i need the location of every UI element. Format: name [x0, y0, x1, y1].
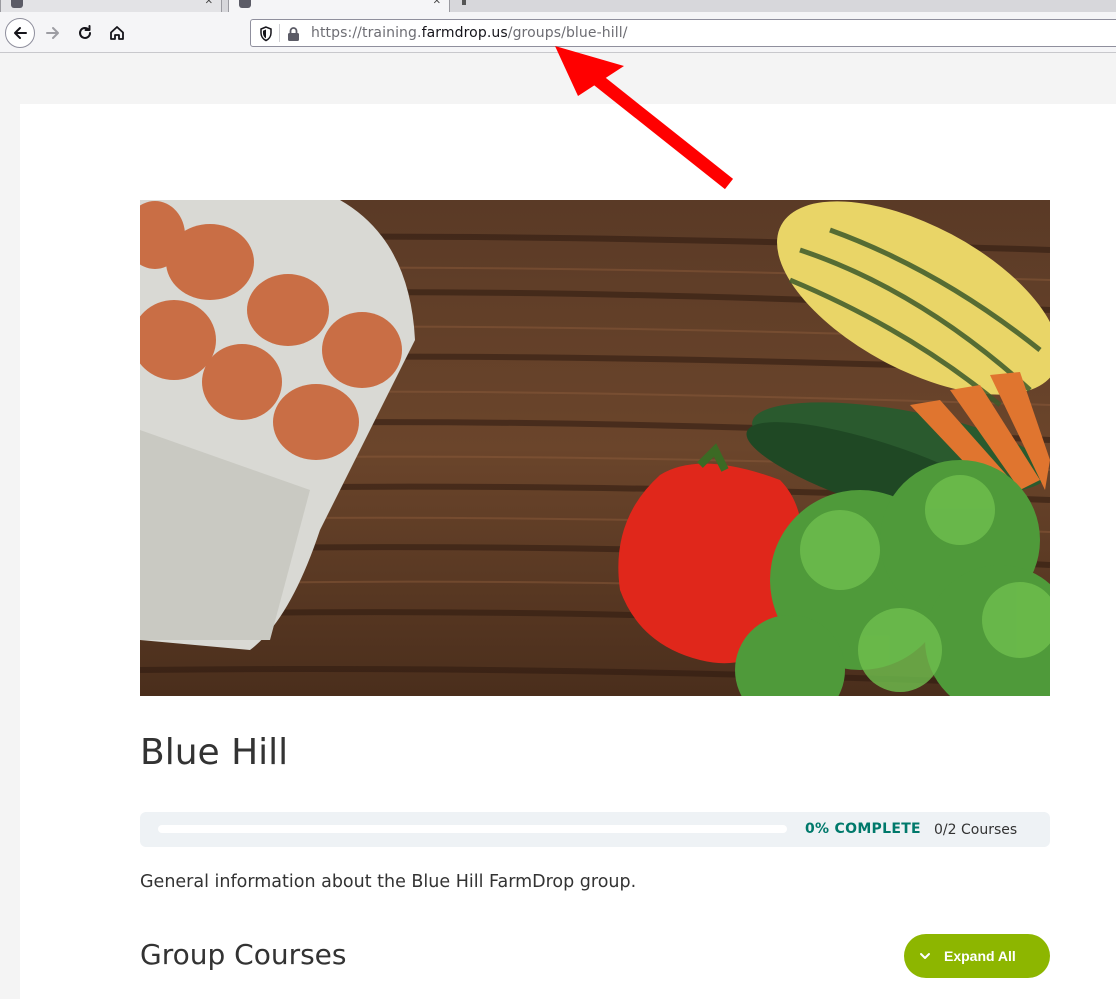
- url-path: /groups/blue-hill/: [507, 25, 628, 41]
- url-text[interactable]: https://training.farmdrop.us/groups/blue…: [311, 25, 628, 41]
- browser-toolbar: https://training.farmdrop.us/groups/blue…: [0, 12, 1116, 53]
- section-heading-group-courses: Group Courses: [140, 938, 347, 971]
- progress-panel: 0% COMPLETE 0/2 Courses: [140, 812, 1050, 847]
- home-icon: [110, 26, 124, 40]
- address-bar[interactable]: https://training.farmdrop.us/groups/blue…: [250, 19, 1116, 47]
- forward-button[interactable]: [38, 18, 68, 48]
- course-count: 0/2 Courses: [934, 822, 1018, 838]
- browser-tab[interactable]: [450, 0, 1116, 12]
- arrow-left-icon: [14, 27, 27, 39]
- favicon-icon: [462, 0, 466, 5]
- progress-percent-label: 0% COMPLETE: [805, 821, 921, 837]
- lock-icon[interactable]: [287, 26, 300, 42]
- tab-close-icon[interactable]: ✕: [205, 0, 213, 7]
- reload-icon: [79, 25, 91, 39]
- reload-button[interactable]: [70, 18, 100, 48]
- home-button[interactable]: [102, 18, 132, 48]
- group-description: General information about the Blue Hill …: [140, 872, 637, 892]
- back-button[interactable]: [5, 18, 35, 48]
- browser-tab-strip: ✕ ✕: [0, 0, 1116, 12]
- hero-image: [140, 200, 1050, 696]
- urlbar-divider: [279, 24, 280, 42]
- page-content: Blue Hill 0% COMPLETE 0/2 Courses Genera…: [20, 104, 1116, 999]
- expand-all-label: Expand All: [944, 948, 1016, 964]
- url-domain: farmdrop.us: [421, 25, 508, 41]
- favicon-icon: [239, 0, 251, 8]
- expand-all-button[interactable]: Expand All: [904, 934, 1050, 978]
- chevron-down-icon: [920, 953, 930, 959]
- arrow-right-icon: [46, 27, 59, 39]
- shield-icon[interactable]: [259, 26, 273, 42]
- browser-tab-active[interactable]: ✕: [228, 0, 450, 12]
- browser-tab[interactable]: ✕: [0, 0, 222, 12]
- produce-photo: [140, 200, 1050, 696]
- page-title: Blue Hill: [140, 732, 289, 773]
- progress-bar: [158, 825, 787, 833]
- tab-close-icon[interactable]: ✕: [433, 0, 441, 7]
- url-prefix: https://training.: [311, 25, 422, 41]
- favicon-icon: [11, 0, 23, 8]
